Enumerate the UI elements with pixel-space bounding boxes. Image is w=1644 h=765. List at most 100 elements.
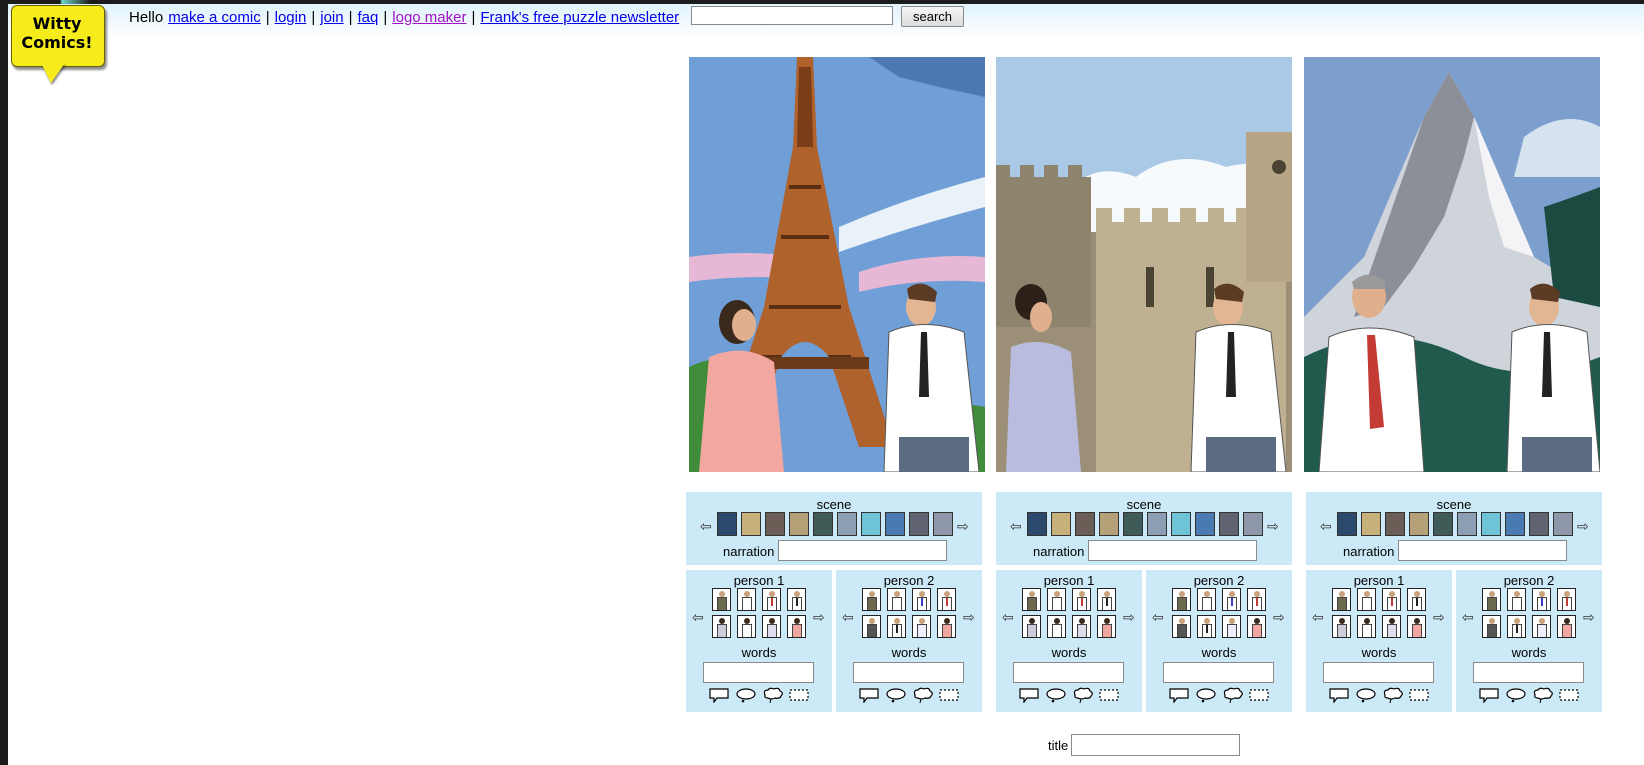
scene-thumb[interactable] (1553, 512, 1573, 536)
nav-link-login[interactable]: login (275, 9, 307, 26)
thought-bubble-icon[interactable] (1382, 687, 1404, 703)
scene-thumb[interactable] (813, 512, 833, 536)
pose-thumb[interactable] (1507, 588, 1526, 611)
pose-thumb[interactable] (937, 588, 956, 611)
pose-thumb[interactable] (787, 615, 806, 638)
scene-thumb[interactable] (1027, 512, 1047, 536)
narration-box-icon[interactable] (938, 687, 960, 703)
search-input[interactable] (691, 6, 893, 25)
narration-box-icon[interactable] (1408, 687, 1430, 703)
pose-thumb[interactable] (712, 588, 731, 611)
thought-bubble-icon[interactable] (1072, 687, 1094, 703)
words-input[interactable] (1473, 662, 1584, 683)
nav-link-join[interactable]: join (320, 9, 343, 26)
scene-thumb[interactable] (1099, 512, 1119, 536)
right-arrow-icon[interactable]: ⇨ (1267, 519, 1279, 533)
pose-thumb[interactable] (1532, 615, 1551, 638)
scene-thumb[interactable] (1219, 512, 1239, 536)
pose-thumb[interactable] (1247, 588, 1266, 611)
pose-thumb[interactable] (1557, 615, 1576, 638)
speech-bubble-icon[interactable] (1328, 687, 1350, 703)
nav-link-make-a-comic[interactable]: make a comic (168, 9, 261, 26)
pose-thumb[interactable] (1482, 588, 1501, 611)
scene-thumb[interactable] (909, 512, 929, 536)
pose-thumb[interactable] (1047, 615, 1066, 638)
thought-bubble-icon[interactable] (762, 687, 784, 703)
pose-thumb[interactable] (712, 615, 731, 638)
left-arrow-icon[interactable]: ⇦ (1152, 610, 1164, 624)
scene-thumb[interactable] (861, 512, 881, 536)
scene-thumb[interactable] (1457, 512, 1477, 536)
pose-thumb[interactable] (937, 615, 956, 638)
pose-thumb[interactable] (787, 588, 806, 611)
pose-thumb[interactable] (1022, 588, 1041, 611)
pose-thumb[interactable] (737, 615, 756, 638)
narration-input[interactable] (1088, 540, 1257, 561)
scene-thumb[interactable] (1243, 512, 1263, 536)
scene-thumb[interactable] (1337, 512, 1357, 536)
pose-thumb[interactable] (1222, 615, 1241, 638)
pose-thumb[interactable] (1047, 588, 1066, 611)
scene-thumb[interactable] (1409, 512, 1429, 536)
left-arrow-icon[interactable]: ⇦ (1462, 610, 1474, 624)
pose-thumb[interactable] (1197, 588, 1216, 611)
right-arrow-icon[interactable]: ⇨ (1577, 519, 1589, 533)
scene-thumb[interactable] (933, 512, 953, 536)
pose-thumb[interactable] (1097, 588, 1116, 611)
pose-thumb[interactable] (862, 615, 881, 638)
scene-thumb[interactable] (717, 512, 737, 536)
scene-thumb[interactable] (789, 512, 809, 536)
pose-thumb[interactable] (1532, 588, 1551, 611)
pose-thumb[interactable] (1222, 588, 1241, 611)
narration-box-icon[interactable] (1248, 687, 1270, 703)
whisper-bubble-icon[interactable] (1505, 687, 1527, 703)
pose-thumb[interactable] (1332, 615, 1351, 638)
scene-thumb[interactable] (1147, 512, 1167, 536)
left-arrow-icon[interactable]: ⇦ (1002, 610, 1014, 624)
left-arrow-icon[interactable]: ⇦ (1312, 610, 1324, 624)
scene-thumb[interactable] (765, 512, 785, 536)
pose-thumb[interactable] (1197, 615, 1216, 638)
pose-thumb[interactable] (1172, 615, 1191, 638)
speech-bubble-icon[interactable] (1478, 687, 1500, 703)
speech-bubble-icon[interactable] (1168, 687, 1190, 703)
thought-bubble-icon[interactable] (1222, 687, 1244, 703)
scene-thumb[interactable] (1361, 512, 1381, 536)
pose-thumb[interactable] (912, 615, 931, 638)
pose-thumb[interactable] (1332, 588, 1351, 611)
scene-thumb[interactable] (1433, 512, 1453, 536)
left-arrow-icon[interactable]: ⇦ (700, 519, 712, 533)
nav-link-logo-maker[interactable]: logo maker (392, 9, 466, 26)
words-input[interactable] (1323, 662, 1434, 683)
right-arrow-icon[interactable]: ⇨ (1273, 610, 1285, 624)
right-arrow-icon[interactable]: ⇨ (957, 519, 969, 533)
left-arrow-icon[interactable]: ⇦ (842, 610, 854, 624)
scene-thumb[interactable] (1171, 512, 1191, 536)
pose-thumb[interactable] (1507, 615, 1526, 638)
thought-bubble-icon[interactable] (1532, 687, 1554, 703)
whisper-bubble-icon[interactable] (1045, 687, 1067, 703)
narration-box-icon[interactable] (1558, 687, 1580, 703)
right-arrow-icon[interactable]: ⇨ (1583, 610, 1595, 624)
pose-thumb[interactable] (737, 588, 756, 611)
pose-thumb[interactable] (1357, 615, 1376, 638)
pose-thumb[interactable] (762, 615, 781, 638)
pose-thumb[interactable] (887, 588, 906, 611)
nav-link-puzzle-newsletter[interactable]: Frank's free puzzle newsletter (480, 9, 679, 26)
pose-thumb[interactable] (887, 615, 906, 638)
pose-thumb[interactable] (862, 588, 881, 611)
narration-input[interactable] (778, 540, 947, 561)
pose-thumb[interactable] (1382, 588, 1401, 611)
scene-thumb[interactable] (837, 512, 857, 536)
words-input[interactable] (1163, 662, 1274, 683)
speech-bubble-icon[interactable] (1018, 687, 1040, 703)
search-button[interactable]: search (901, 6, 964, 27)
pose-thumb[interactable] (1382, 615, 1401, 638)
pose-thumb[interactable] (1072, 588, 1091, 611)
whisper-bubble-icon[interactable] (735, 687, 757, 703)
scene-thumb[interactable] (885, 512, 905, 536)
pose-thumb[interactable] (1022, 615, 1041, 638)
pose-thumb[interactable] (1482, 615, 1501, 638)
scene-thumb[interactable] (1051, 512, 1071, 536)
whisper-bubble-icon[interactable] (1355, 687, 1377, 703)
